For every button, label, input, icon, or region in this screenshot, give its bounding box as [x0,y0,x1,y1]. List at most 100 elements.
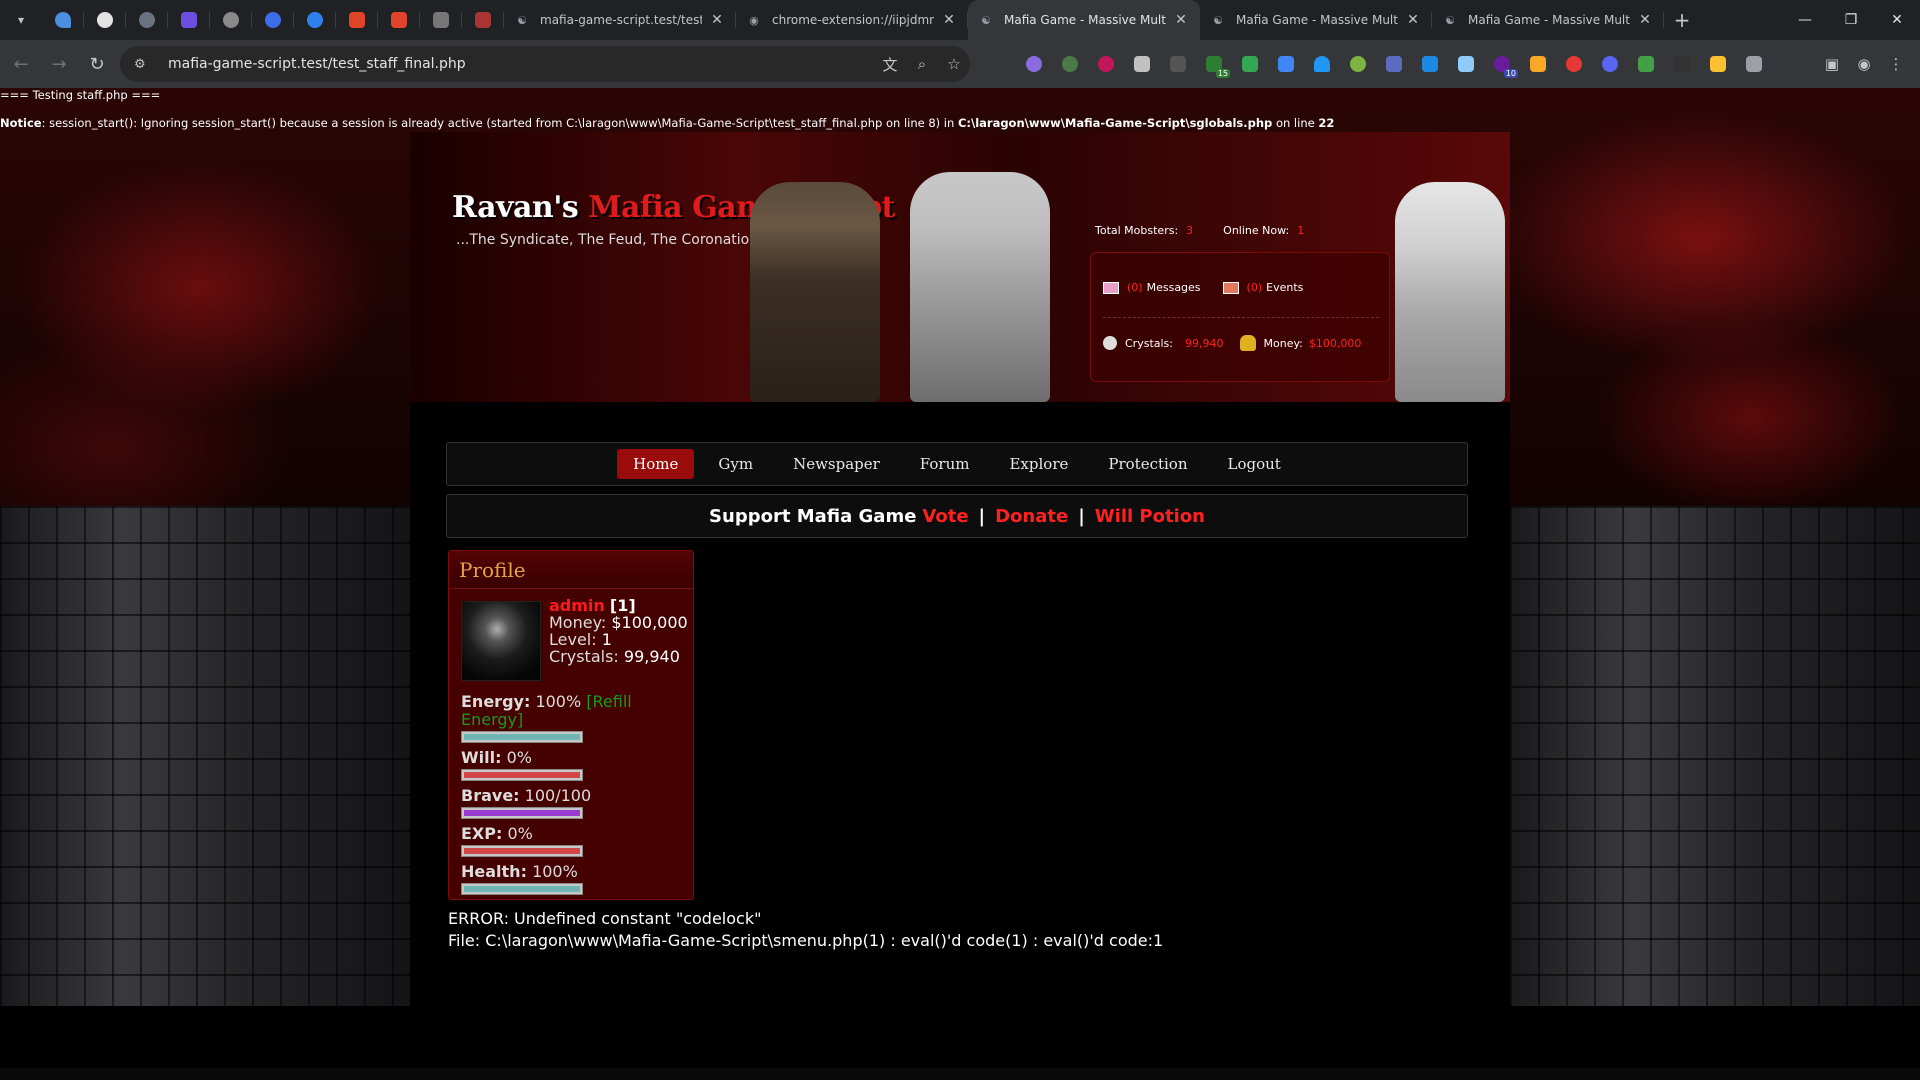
menu-newspaper[interactable]: Newspaper [777,449,896,479]
vote-link[interactable]: Vote [922,506,968,527]
will-stat: Will: 0% [461,748,532,767]
pinned-tab[interactable] [462,0,504,40]
pinned-tab[interactable] [294,0,336,40]
extension-button[interactable] [1272,50,1300,78]
bookmark-star-icon[interactable]: ☆ [938,55,970,73]
pinned-tab[interactable] [210,0,252,40]
site-info-icon[interactable]: ⚙ [134,57,154,72]
will-potion-link[interactable]: Will Potion [1095,506,1205,527]
avatar[interactable] [461,601,541,681]
tab-search-button[interactable]: ▾ [6,5,36,35]
browser-toolbar: ← → ↻ ⚙ mafia-game-script.test/test_staf… [0,40,1920,88]
close-icon[interactable]: ✕ [1636,12,1654,28]
browser-tab[interactable]: ☯ Mafia Game - Massive Multipl ✕ [1432,0,1664,40]
pinned-tab[interactable] [336,0,378,40]
extension-button[interactable]: 10 [1488,50,1518,78]
extension-button[interactable] [1668,50,1696,78]
restore-icon[interactable]: ❐ [1828,0,1874,40]
error-message: ERROR: Undefined constant "codelock" Fil… [448,908,1163,952]
online-now: Online Now: 1 [1223,224,1305,237]
notice-text: : session_start(): Ignoring session_star… [41,116,958,130]
events-count[interactable]: (0) [1247,281,1263,294]
site-header: Ravan's Mafia Game Script ...The Syndica… [410,132,1510,402]
pinned-tab[interactable] [252,0,294,40]
events-label[interactable]: Events [1266,281,1303,294]
user-stats-box: (0) Messages (0) Events Crystals: 99,940… [1090,252,1390,382]
menu-home[interactable]: Home [617,449,695,479]
gear-purple-icon [1026,56,1042,72]
error-file-line: File: C:\laragon\www\Mafia-Game-Script\s… [448,931,1164,950]
forward-icon[interactable]: → [42,47,76,81]
extension-button[interactable] [1308,50,1336,78]
kebab-menu-icon[interactable]: ⋮ [1880,50,1912,78]
record-icon [1098,56,1114,72]
pinned-tab[interactable] [84,0,126,40]
github-icon [97,12,113,28]
reload-icon[interactable]: ↻ [80,47,114,81]
extension-button[interactable] [1128,50,1156,78]
crystal-icon [1103,336,1117,350]
profile-panel: Profile admin [1] Money: $100,000 Level:… [448,550,694,900]
extension-button[interactable] [1236,50,1264,78]
extension-button[interactable] [1020,50,1048,78]
pinned-tab[interactable] [42,0,84,40]
extension-button[interactable]: 15 [1200,50,1230,78]
browser-tab-active[interactable]: ☯ Mafia Game - Massive Multipl ✕ [968,0,1200,40]
messages-link[interactable]: (0) Messages (0) Events [1103,281,1303,294]
extension-button[interactable] [1596,50,1624,78]
browser-tab[interactable]: ☯ Mafia Game - Massive Multipl ✕ [1200,0,1432,40]
extension-button[interactable] [1344,50,1372,78]
online-now-value: 1 [1297,224,1305,237]
layout-icon [1458,56,1474,72]
menu-forum[interactable]: Forum [904,449,986,479]
profile-avatar-icon[interactable]: ◉ [1848,50,1880,78]
new-tab-button[interactable]: + [1664,0,1700,40]
pinned-tab[interactable] [420,0,462,40]
extension-button[interactable] [1092,50,1120,78]
mafia-favicon-icon: ☯ [981,13,991,27]
close-icon[interactable]: ✕ [1404,12,1422,28]
brave-value: 100/100 [524,786,592,805]
close-window-icon[interactable]: ✕ [1874,0,1920,40]
extension-button[interactable] [1704,50,1732,78]
browser-tab[interactable]: ☯ mafia-game-script.test/test_st ✕ [504,0,736,40]
extension-button[interactable] [1524,50,1552,78]
money-label: Money: [1263,336,1303,350]
screenshot-icon[interactable]: ▣ [1816,50,1848,78]
pinned-tab[interactable] [126,0,168,40]
back-icon[interactable]: ← [4,47,38,81]
pinned-tab[interactable] [168,0,210,40]
translate-ext-icon [1386,56,1402,72]
background-building-right [1510,506,1920,1006]
extension-button[interactable] [1380,50,1408,78]
address-bar[interactable]: ⚙ mafia-game-script.test/test_staff_fina… [120,46,970,82]
tab-strip: ▾ ☯ mafia-game-script.test/test_st ✕ ◉ chro… [0,0,1920,40]
extension-button[interactable] [1416,50,1444,78]
extension-button[interactable] [1560,50,1588,78]
menu-logout[interactable]: Logout [1212,449,1297,479]
extension-button[interactable] [1056,50,1084,78]
menu-explore[interactable]: Explore [993,449,1084,479]
donate-link[interactable]: Donate [995,506,1068,527]
printer-icon [1134,56,1150,72]
url-text[interactable]: mafia-game-script.test/test_staff_final.… [168,56,874,72]
menu-protection[interactable]: Protection [1092,449,1203,479]
close-icon[interactable]: ✕ [708,12,726,28]
money-bag-icon [1239,335,1256,351]
pinned-tab[interactable] [378,0,420,40]
extension-button[interactable] [1632,50,1660,78]
browser-tab[interactable]: ◉ chrome-extension://iipjdmno ✕ [736,0,968,40]
menu-gym[interactable]: Gym [702,449,769,479]
extension-button[interactable] [1452,50,1480,78]
translate-icon[interactable]: 文 [874,54,906,75]
gangster-tommygun-image [910,172,1050,402]
extension-button[interactable] [1164,50,1192,78]
stat-bars: Energy: 100% [Refill Energy] Will: 0% Br… [461,693,691,901]
woman-gun-image [1395,182,1505,402]
zoom-icon[interactable]: ⌕ [906,55,938,73]
extensions-menu-button[interactable] [1740,50,1768,78]
tab-title: Mafia Game - Massive Multipl [1004,13,1166,27]
close-icon[interactable]: ✕ [1172,12,1190,28]
minimize-icon[interactable]: — [1782,0,1828,40]
close-icon[interactable]: ✕ [940,12,958,28]
